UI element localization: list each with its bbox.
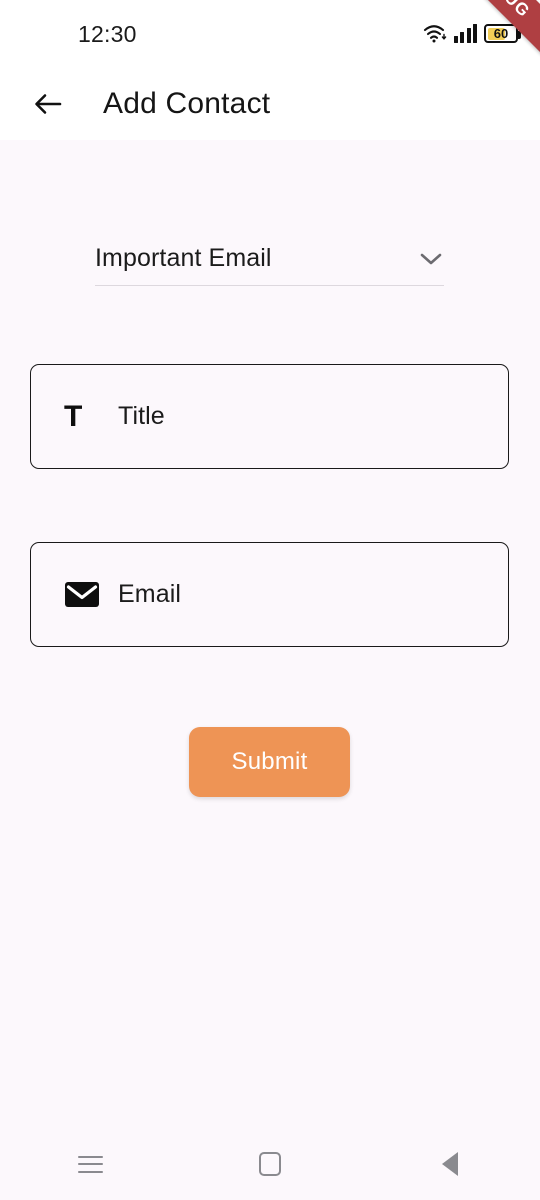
- status-bar-clock: 12:30: [78, 20, 137, 47]
- battery-level-label: 60: [493, 26, 509, 41]
- app-bar: Add Contact: [0, 68, 540, 140]
- page-title: Add Contact: [103, 87, 271, 120]
- nav-back-icon: [442, 1152, 458, 1176]
- system-nav-bar: [0, 1128, 540, 1200]
- status-bar: 12:30 60: [0, 0, 540, 68]
- back-button[interactable]: [26, 82, 70, 126]
- category-dropdown-wrapper: Important Email: [95, 244, 444, 286]
- category-dropdown[interactable]: Important Email: [95, 244, 444, 286]
- cellular-signal-icon: [453, 23, 477, 43]
- title-input-placeholder: Title: [118, 402, 165, 430]
- category-dropdown-value: Important Email: [95, 244, 272, 272]
- chevron-down-icon: [420, 253, 442, 264]
- nav-recents-button[interactable]: [0, 1128, 180, 1200]
- nav-back-button[interactable]: [360, 1128, 540, 1200]
- back-arrow-icon: [35, 94, 62, 114]
- wifi-icon: [423, 25, 446, 43]
- form-content: Important Email T Title Email Submit: [0, 140, 540, 1128]
- text-format-icon-glyph: T: [64, 399, 83, 433]
- envelope-icon: [64, 581, 102, 608]
- battery-icon: 60: [484, 24, 521, 43]
- recents-icon: [77, 1155, 103, 1173]
- status-bar-indicators: 60: [423, 23, 521, 45]
- title-input[interactable]: T Title: [30, 364, 509, 469]
- nav-home-button[interactable]: [180, 1128, 360, 1200]
- phone-screen: DEBUG 12:30 60: [0, 0, 540, 1200]
- email-input-placeholder: Email: [118, 580, 182, 608]
- text-format-icon: T: [64, 399, 102, 433]
- submit-button[interactable]: Submit: [189, 727, 350, 797]
- home-icon: [259, 1152, 281, 1176]
- email-input[interactable]: Email: [30, 542, 509, 647]
